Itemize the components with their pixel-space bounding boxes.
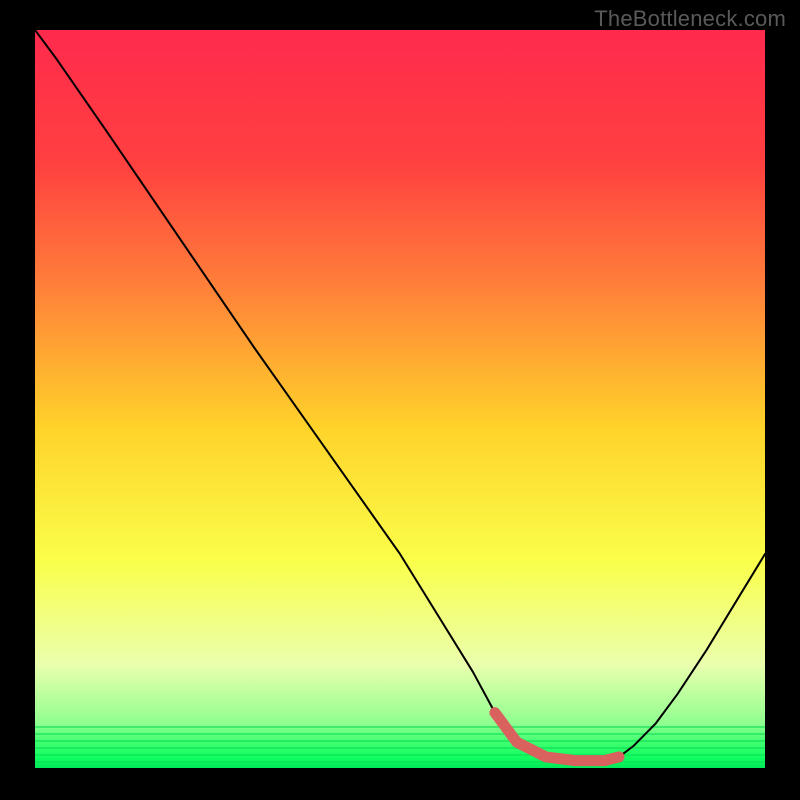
chart-frame: TheBottleneck.com [0,0,800,800]
chart-svg [35,30,765,768]
watermark-text: TheBottleneck.com [594,6,786,32]
plot-area [35,30,765,768]
